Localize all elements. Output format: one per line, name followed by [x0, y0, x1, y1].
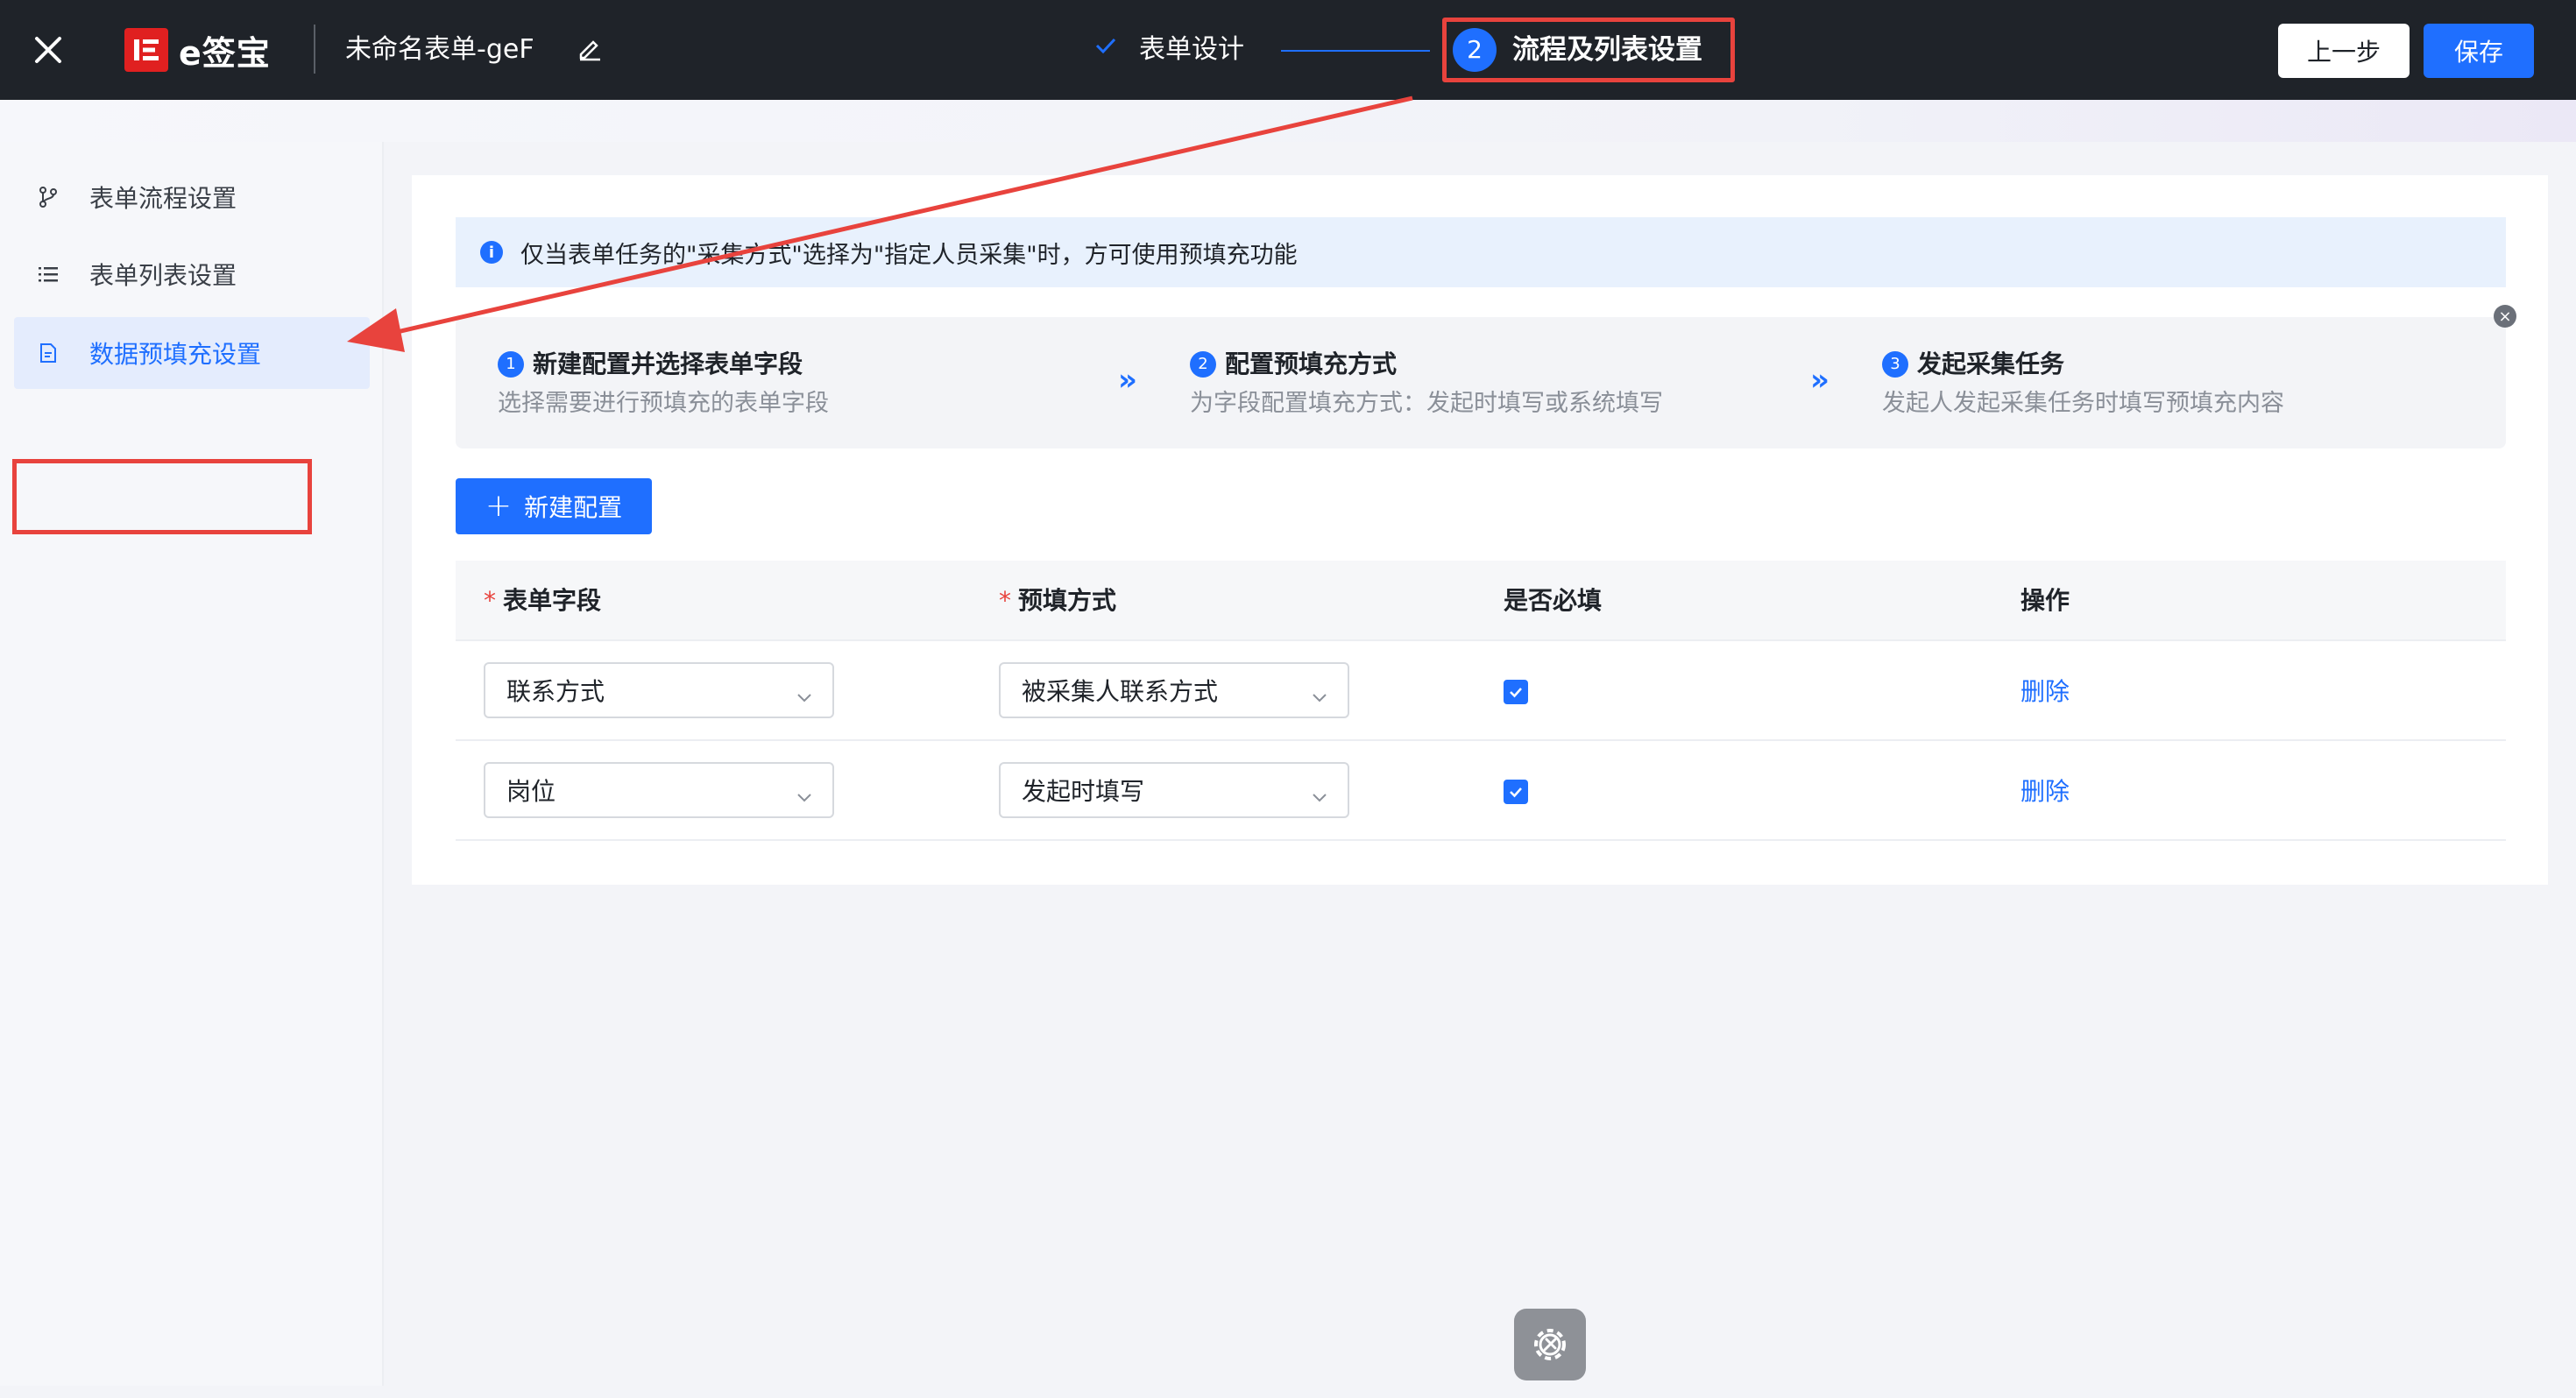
step-number: 2 [1453, 28, 1497, 72]
guide-step-desc: 发起人发起采集任务时填写预填充内容 [1882, 390, 2284, 417]
chevron-down-icon [796, 683, 813, 703]
table-row: 联系方式 被采集人联系方式 删除 [456, 641, 2506, 741]
delete-link[interactable]: 删除 [2020, 674, 2070, 710]
top-bar: e签宝 未命名表单-geF 表单设计 2 流程及列表设置 上一步 保存 [0, 0, 2576, 100]
double-chevron-icon: » [1810, 363, 1829, 398]
table-header: * 表单字段 * 预填方式 是否必填 操作 [456, 561, 2506, 641]
select-value: 被采集人联系方式 [1022, 677, 1219, 706]
sidebar-item-label: 表单列表设置 [89, 261, 237, 290]
close-icon[interactable] [32, 33, 65, 67]
step-connector [1281, 50, 1430, 52]
column-header: * 表单字段 [484, 586, 602, 615]
chevron-down-icon [796, 783, 813, 802]
step-label: 流程及列表设置 [1512, 34, 1702, 66]
step-flow-settings[interactable]: 2 流程及列表设置 [1453, 28, 1702, 72]
gear-icon[interactable] [1514, 1309, 1586, 1380]
logo-icon [124, 28, 168, 72]
info-icon: i [480, 241, 503, 264]
guide-panel: 1 新建配置并选择表单字段 选择需要进行预填充的表单字段 » 2 配置预填充方式… [456, 317, 2506, 448]
form-title: 未命名表单-geF [345, 34, 534, 65]
sidebar-item-label: 数据预填充设置 [89, 340, 262, 369]
chevron-down-icon [1311, 683, 1328, 703]
select-value: 岗位 [506, 777, 556, 806]
edit-icon[interactable] [577, 35, 603, 61]
branch-icon [37, 186, 60, 208]
check-icon [1093, 32, 1118, 68]
brand-name: e签宝 [179, 33, 271, 73]
guide-step: 3 发起采集任务 发起人发起采集任务时填写预填充内容 [1882, 347, 2284, 420]
table-row: 岗位 发起时填写 删除 [456, 741, 2506, 841]
required-checkbox[interactable] [1504, 680, 1528, 704]
guide-step-title: 配置预填充方式 [1225, 350, 1398, 378]
sidebar-item-list[interactable]: 表单列表设置 [14, 238, 370, 310]
field-select[interactable]: 岗位 [484, 762, 834, 818]
required-checkbox[interactable] [1504, 780, 1528, 804]
guide-step-desc: 选择需要进行预填充的表单字段 [498, 390, 829, 417]
prefill-mode-select[interactable]: 被采集人联系方式 [999, 662, 1349, 718]
guide-step-title: 发起采集任务 [1917, 350, 2065, 378]
step-label: 表单设计 [1139, 34, 1244, 65]
sidebar-item-flow[interactable]: 表单流程设置 [14, 161, 370, 233]
main-card: i 仅当表单任务的"采集方式"选择为"指定人员采集"时，方可使用预填充功能 1 … [412, 175, 2548, 885]
field-select[interactable]: 联系方式 [484, 662, 834, 718]
guide-step: 2 配置预填充方式 为字段配置填充方式：发起时填写或系统填写 [1190, 347, 1663, 420]
close-icon[interactable]: × [2494, 305, 2516, 328]
sidebar-item-label: 表单流程设置 [89, 184, 237, 213]
column-header: 是否必填 [1504, 586, 1603, 615]
guide-step-desc: 为字段配置填充方式：发起时填写或系统填写 [1190, 390, 1663, 417]
guide-step-title: 新建配置并选择表单字段 [533, 350, 803, 378]
step-number: 1 [498, 351, 524, 378]
sidebar: 表单流程设置 表单列表设置 数据预填充设置 [0, 142, 384, 1386]
brand-logo: e签宝 [124, 26, 271, 74]
save-button[interactable]: 保存 [2424, 24, 2534, 78]
select-value: 发起时填写 [1022, 777, 1145, 806]
sidebar-item-prefill[interactable]: 数据预填充设置 [14, 317, 370, 389]
select-value: 联系方式 [506, 677, 605, 706]
prefill-mode-select[interactable]: 发起时填写 [999, 762, 1349, 818]
column-header: * 预填方式 [999, 586, 1117, 615]
divider [314, 25, 315, 74]
delete-link[interactable]: 删除 [2020, 774, 2070, 809]
step-number: 2 [1190, 351, 1216, 378]
info-text: 仅当表单任务的"采集方式"选择为"指定人员采集"时，方可使用预填充功能 [520, 241, 1298, 269]
required-mark: * [484, 586, 496, 615]
sub-header [0, 100, 2576, 142]
chevron-down-icon [1311, 783, 1328, 802]
button-label: 新建配置 [524, 493, 623, 522]
list-icon [37, 263, 60, 286]
annotation-highlight [12, 459, 312, 534]
prev-step-button[interactable]: 上一步 [2278, 24, 2410, 78]
double-chevron-icon: » [1118, 363, 1137, 398]
step-form-design[interactable]: 表单设计 [1093, 32, 1244, 68]
new-config-button[interactable]: + 新建配置 [456, 478, 652, 534]
guide-step: 1 新建配置并选择表单字段 选择需要进行预填充的表单字段 [498, 347, 829, 420]
info-banner: i 仅当表单任务的"采集方式"选择为"指定人员采集"时，方可使用预填充功能 [456, 217, 2506, 287]
step-number: 3 [1882, 351, 1908, 378]
required-mark: * [999, 586, 1011, 615]
prefill-table: * 表单字段 * 预填方式 是否必填 操作 联系方式 被采集人联系方式 删除 岗… [456, 561, 2506, 841]
column-header: 操作 [2020, 586, 2070, 615]
plus-icon: + [485, 488, 513, 524]
document-icon [37, 342, 60, 364]
